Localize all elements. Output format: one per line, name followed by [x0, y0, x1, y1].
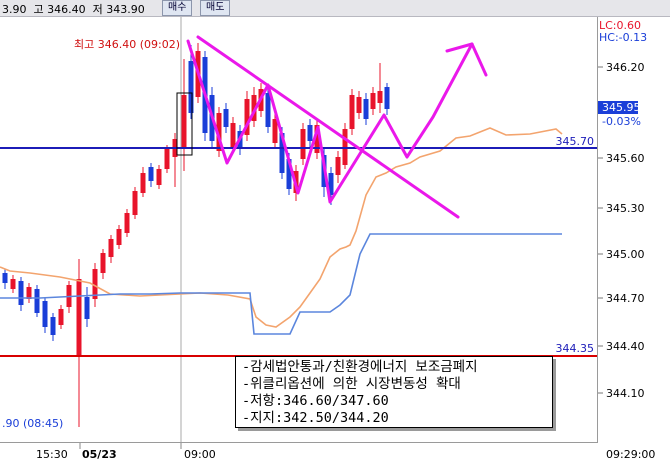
candle-body — [164, 149, 170, 169]
candle-body — [384, 87, 390, 109]
price-tick-label: 346.20 — [606, 61, 645, 74]
commentary-line-2: -위클리옵션에 의한 시장변동성 확대 — [242, 376, 461, 392]
candle-body — [84, 297, 90, 319]
candle-body — [156, 169, 162, 185]
x-label-0900: 09:00 — [184, 448, 216, 461]
high-annotation: 최고 346.40 (09:02) — [74, 38, 180, 51]
x-label-1530: 15:30 — [36, 448, 68, 461]
arrow-head — [445, 42, 488, 77]
commentary-line-3: -저항:346.60/347.60 — [242, 393, 389, 409]
low-label: 저 — [92, 3, 103, 16]
high-price: 346.40 — [47, 3, 86, 16]
candle-body — [335, 157, 341, 175]
high-label: 고 — [33, 3, 44, 16]
candle-body — [377, 91, 383, 103]
low-annotation: .90 (08:45) — [2, 417, 63, 430]
commentary-box: -감세법안통과/친환경에너지 보조금폐지 -위클리옵션에 의한 시장변동성 확대… — [235, 356, 553, 428]
candle-body — [181, 95, 187, 147]
candle-body — [265, 93, 271, 127]
candle-body — [124, 213, 130, 233]
x-label-date: 05/23 — [82, 448, 117, 461]
candle-body — [370, 93, 376, 109]
current-price: 3.90 — [2, 3, 27, 16]
candle-body — [223, 109, 229, 127]
candle-body — [188, 61, 194, 113]
sell-button[interactable]: 매도 — [200, 0, 231, 16]
change-percent: -0.03% — [602, 115, 641, 128]
price-tick-label: 345.30 — [606, 202, 645, 215]
candle-body — [230, 123, 236, 147]
price-tick-label: 344.40 — [606, 340, 645, 353]
candle-body — [300, 129, 306, 159]
candle-body — [116, 229, 122, 245]
time-axis: 15:30 05/23 09:00 09:29:00 — [0, 443, 670, 468]
price-tick-label: 345.00 — [606, 248, 645, 261]
candle-body — [272, 119, 278, 143]
candle-body — [10, 279, 16, 289]
price-tick-label: 345.60 — [606, 152, 645, 165]
commentary-line-4: -지지:342.50/344.20 — [242, 410, 389, 426]
candle-body — [349, 95, 355, 129]
candle-body — [356, 97, 362, 113]
candle-body — [34, 289, 40, 313]
low-price: 343.90 — [106, 3, 145, 16]
commentary-line-1: -감세법안통과/친환경에너지 보조금폐지 — [242, 359, 478, 375]
candle-body — [132, 191, 138, 215]
candle-body — [148, 167, 154, 181]
candle-body — [140, 173, 146, 193]
candle-body — [363, 99, 369, 119]
hc-readout: HC:-0.13 — [599, 31, 647, 44]
candle-body — [50, 317, 56, 335]
blue-indicator-line — [0, 233, 562, 335]
candle-body — [42, 301, 48, 327]
resistance-label: 345.70 — [556, 135, 595, 148]
quote-values: 3.90 고 346.40 저 343.90 — [2, 1, 145, 17]
x-time-readout: 09:29:00 — [606, 448, 655, 461]
candle-body — [307, 125, 313, 141]
candle-body — [76, 279, 82, 357]
candle-body — [2, 273, 8, 283]
candle-body — [108, 239, 114, 257]
price-axis[interactable]: LC:0.60 HC:-0.13 346.20 345.60 345.30 345.0… — [598, 17, 670, 442]
current-price-label: 345.95 — [602, 101, 641, 114]
price-tick-label: 344.70 — [606, 292, 645, 305]
quote-toolbar: 3.90 고 346.40 저 343.90 매수 매도 — [0, 0, 670, 17]
candle-body — [18, 281, 24, 305]
candle-body — [100, 253, 106, 273]
price-tick-label: 344.10 — [606, 387, 645, 400]
buy-button[interactable]: 매수 — [162, 0, 193, 16]
candle-body — [58, 309, 64, 325]
support-label: 344.35 — [556, 342, 595, 355]
